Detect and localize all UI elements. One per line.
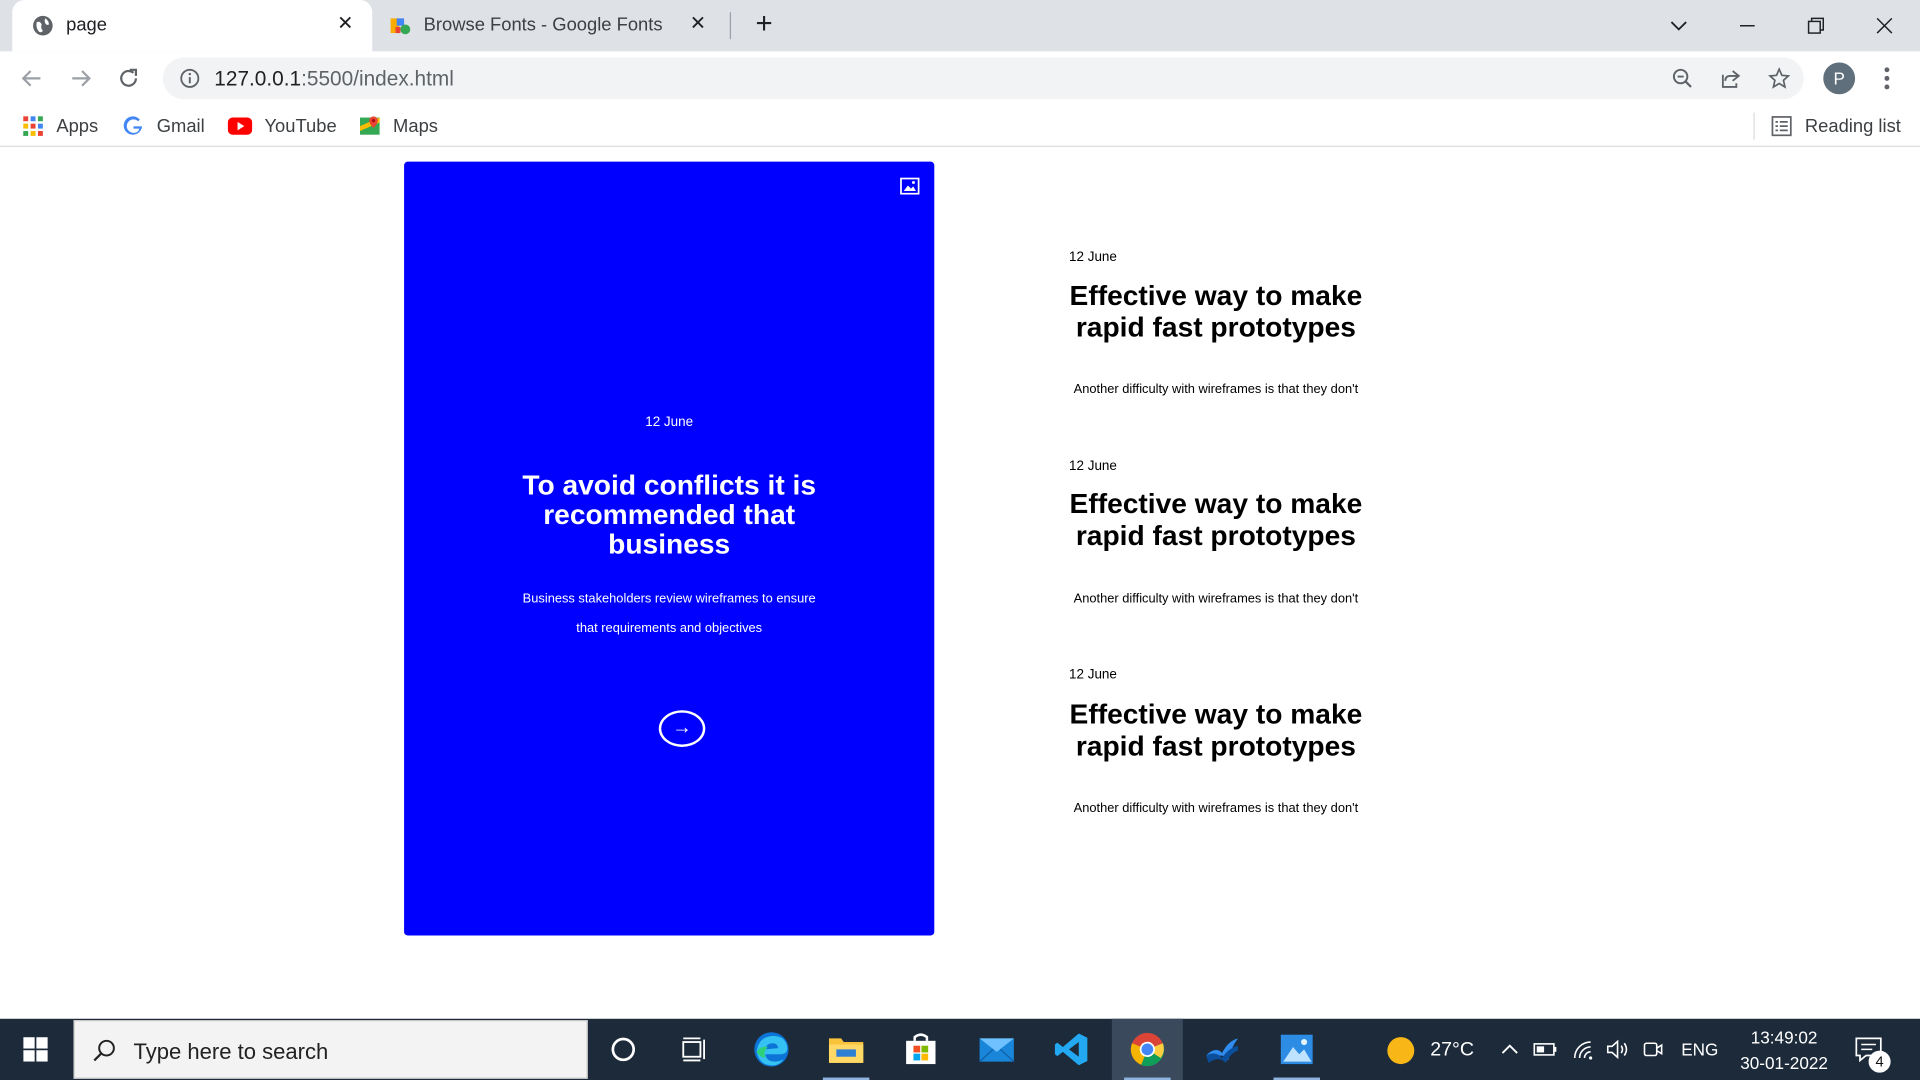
- browser-toolbar: 127.0.0.1:5500/index.html P: [0, 51, 1920, 106]
- battery-icon[interactable]: [1533, 1038, 1557, 1060]
- taskbar-search[interactable]: Type here to search: [73, 1020, 588, 1079]
- maps-icon: [359, 115, 381, 137]
- post-date: 12 June: [1068, 459, 1117, 474]
- bookmark-gmail[interactable]: Gmail: [122, 114, 205, 138]
- reading-list-icon: [1771, 115, 1793, 137]
- clock-time: 13:49:02: [1750, 1027, 1818, 1047]
- notification-count-badge: 4: [1868, 1050, 1891, 1073]
- browser-menu-icon[interactable]: [1876, 61, 1898, 95]
- bookmark-youtube[interactable]: YouTube: [227, 114, 337, 138]
- url-host: 127.0.0.1: [214, 67, 302, 91]
- volume-icon[interactable]: [1605, 1038, 1629, 1060]
- tab-title: Browse Fonts - Google Fonts: [423, 14, 663, 36]
- post-date: 12 June: [1068, 249, 1117, 265]
- feature-card: To avoid conflicts it is recommended tha…: [404, 161, 935, 936]
- chrome-icon[interactable]: [1111, 1018, 1183, 1080]
- minimize-icon[interactable]: [1729, 7, 1766, 44]
- restore-icon[interactable]: [1798, 7, 1835, 44]
- task-view-icon[interactable]: [660, 1019, 731, 1080]
- url-path: :5500/index.html: [301, 67, 454, 91]
- google-g-icon: [122, 115, 144, 137]
- youtube-icon: [227, 115, 253, 137]
- tab-search-icon[interactable]: [1660, 7, 1697, 44]
- forward-icon[interactable]: [64, 61, 98, 95]
- reading-list-label: Reading list: [1804, 115, 1901, 137]
- search-placeholder: Type here to search: [133, 1039, 329, 1065]
- apps-grid-icon: [22, 115, 44, 137]
- meet-now-icon[interactable]: [1641, 1038, 1665, 1060]
- windows-start-icon[interactable]: [0, 1019, 71, 1080]
- clock-date: 30-01-2022: [1740, 1053, 1828, 1073]
- arrow-right-button[interactable]: →: [658, 710, 706, 747]
- taskbar-clock[interactable]: 13:49:02 30-01-2022: [1729, 1025, 1839, 1076]
- info-icon[interactable]: [179, 67, 201, 89]
- bookmarks-separator: [1753, 112, 1755, 140]
- bookmark-maps[interactable]: Maps: [359, 114, 438, 138]
- vscode-icon[interactable]: [1036, 1019, 1107, 1080]
- edge-icon[interactable]: [736, 1019, 807, 1080]
- feature-description: Business stakeholders review wireframes …: [522, 591, 816, 636]
- feature-date: 12 June: [645, 415, 694, 430]
- feature-title: To avoid conflicts it is recommended tha…: [522, 468, 817, 560]
- screen: page ✕ Browse Fonts - Google Fonts ✕ + 1…: [0, 0, 1920, 1080]
- globe-icon: [32, 15, 54, 37]
- bookmark-label: Maps: [393, 115, 438, 137]
- bookmarks-bar: Apps Gmail YouTube Maps Reading list: [0, 105, 1920, 147]
- back-icon[interactable]: [15, 61, 49, 95]
- app-icon[interactable]: [1187, 1019, 1258, 1080]
- new-tab-button[interactable]: +: [749, 9, 778, 40]
- post-description: Another difficulty with wireframes is th…: [1073, 591, 1359, 607]
- bookmark-apps[interactable]: Apps: [22, 114, 98, 138]
- post-title[interactable]: Effective way to make rapid fast prototy…: [1053, 698, 1379, 762]
- tab-separator: [729, 12, 732, 40]
- windows-taskbar: Type here to search 27°C ENG 13:49:02 30…: [0, 1018, 1920, 1080]
- mail-icon[interactable]: [961, 1019, 1032, 1080]
- photos-icon[interactable]: [1261, 1019, 1332, 1080]
- post-description: Another difficulty with wireframes is th…: [1073, 382, 1359, 397]
- file-explorer-icon[interactable]: [811, 1019, 882, 1080]
- share-icon[interactable]: [1717, 65, 1744, 92]
- search-icon: [92, 1038, 116, 1062]
- url-text: 127.0.0.1:5500/index.html: [214, 67, 454, 91]
- post-date: 12 June: [1068, 667, 1117, 683]
- post-title[interactable]: Effective way to make rapid fast prototy…: [1053, 487, 1379, 551]
- zoom-icon[interactable]: [1669, 65, 1696, 92]
- store-icon[interactable]: [885, 1019, 956, 1080]
- close-window-icon[interactable]: [1866, 7, 1903, 44]
- cortana-icon[interactable]: [588, 1019, 659, 1080]
- tab-title: page: [66, 14, 107, 36]
- post-title[interactable]: Effective way to make rapid fast prototy…: [1053, 279, 1379, 343]
- address-bar[interactable]: 127.0.0.1:5500/index.html: [162, 57, 1804, 100]
- chevron-up-icon[interactable]: [1498, 1038, 1522, 1060]
- post-description: Another difficulty with wireframes is th…: [1073, 800, 1359, 816]
- weather-temperature[interactable]: 27°C: [1430, 1040, 1474, 1062]
- google-fonts-icon: [389, 15, 411, 37]
- tab-strip: page ✕ Browse Fonts - Google Fonts ✕ +: [0, 0, 1920, 52]
- language-indicator[interactable]: ENG: [1681, 1040, 1718, 1060]
- tab-google-fonts[interactable]: Browse Fonts - Google Fonts ✕: [375, 0, 725, 51]
- close-icon[interactable]: ✕: [688, 14, 708, 35]
- bookmark-label: Gmail: [156, 115, 205, 137]
- close-icon[interactable]: ✕: [336, 14, 356, 35]
- bookmark-star-icon[interactable]: [1766, 65, 1793, 92]
- reading-list-button[interactable]: Reading list: [1771, 114, 1901, 138]
- bookmark-label: Apps: [56, 115, 99, 137]
- image-icon: [900, 177, 920, 195]
- weather-sun-icon[interactable]: [1386, 1036, 1415, 1065]
- bookmark-label: YouTube: [264, 115, 337, 137]
- wifi-icon[interactable]: [1571, 1038, 1595, 1060]
- profile-avatar[interactable]: P: [1823, 62, 1856, 95]
- tab-page[interactable]: page ✕: [12, 0, 373, 52]
- reload-icon[interactable]: [111, 61, 145, 95]
